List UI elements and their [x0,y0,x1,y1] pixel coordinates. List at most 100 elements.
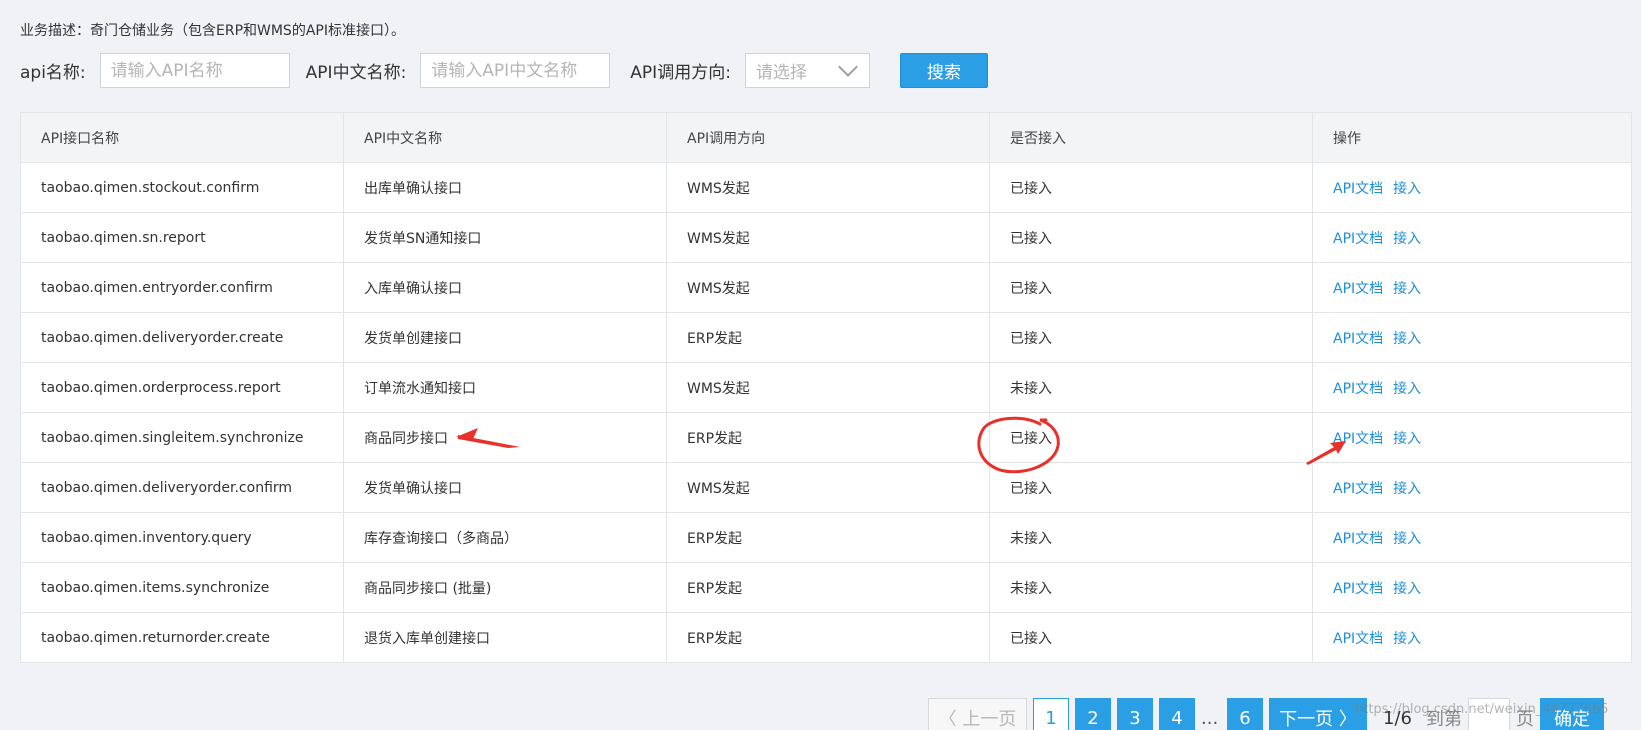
cell-status: 未接入 [989,362,1313,413]
pagination: 〈 上一页 1 2 3 4 ... 6 下一页 〉 1/6 到第 页 确定 [928,698,1604,730]
cell-direction: ERP发起 [666,612,990,663]
api-cn-name-label: API中文名称: [305,63,407,83]
cell-direction: WMS发起 [666,162,990,213]
cell-actions: API文档 接入 [1312,262,1632,313]
table-row: taobao.qimen.deliveryorder.create 发货单创建接… [20,312,1632,363]
table-row: taobao.qimen.entryorder.confirm 入库单确认接口 … [20,262,1632,313]
cell-status: 未接入 [989,562,1313,613]
connect-link[interactable]: 接入 [1393,331,1421,347]
connect-link[interactable]: 接入 [1393,431,1421,447]
connect-link[interactable]: 接入 [1393,381,1421,397]
page-1-button[interactable]: 1 [1033,698,1069,730]
cell-direction: ERP发起 [666,512,990,563]
direction-select-value: 请选择 [755,63,807,83]
table-row: taobao.qimen.returnorder.create 退货入库单创建接… [20,612,1632,663]
cell-actions: API文档 接入 [1312,612,1632,663]
cell-direction: ERP发起 [666,562,990,613]
connect-link[interactable]: 接入 [1393,231,1421,247]
api-doc-link[interactable]: API文档 [1333,231,1383,247]
header-connected: 是否接入 [989,112,1313,163]
api-name-label: api名称: [20,63,86,83]
cell-api-name: taobao.qimen.stockout.confirm [20,162,344,213]
cell-status: 已接入 [989,412,1313,463]
cell-api-cn-name: 商品同步接口 (批量) [343,562,667,613]
cell-status: 已接入 [989,312,1313,363]
cell-api-name: taobao.qimen.orderprocess.report [20,362,344,413]
page-3-button[interactable]: 3 [1117,698,1153,730]
cell-actions: API文档 接入 [1312,462,1632,513]
api-doc-link[interactable]: API文档 [1333,581,1383,597]
cell-actions: API文档 接入 [1312,412,1632,463]
table-row: taobao.qimen.orderprocess.report 订单流水通知接… [20,362,1632,413]
api-doc-link[interactable]: API文档 [1333,531,1383,547]
api-doc-link[interactable]: API文档 [1333,631,1383,647]
header-api-name: API接口名称 [20,112,344,163]
table-row: taobao.qimen.items.synchronize 商品同步接口 (批… [20,562,1632,613]
connect-link[interactable]: 接入 [1393,631,1421,647]
chevron-down-icon [838,57,858,77]
prev-page-button[interactable]: 〈 上一页 [928,698,1027,730]
api-name-input[interactable] [99,53,290,88]
cell-api-cn-name: 入库单确认接口 [343,262,667,313]
direction-label: API调用方向: [630,63,731,83]
connect-link[interactable]: 接入 [1393,581,1421,597]
table-header-row: API接口名称 API中文名称 API调用方向 是否接入 操作 [20,112,1632,163]
table-row: taobao.qimen.singleitem.synchronize 商品同步… [20,412,1632,463]
page-2-button[interactable]: 2 [1075,698,1111,730]
goto-confirm-button[interactable]: 确定 [1539,698,1604,730]
cell-direction: ERP发起 [666,312,990,363]
cell-status: 已接入 [989,612,1313,663]
cell-api-name: taobao.qimen.inventory.query [20,512,344,563]
table-row: taobao.qimen.sn.report 发货单SN通知接口 WMS发起 已… [20,212,1632,263]
header-direction: API调用方向 [666,112,990,163]
cell-actions: API文档 接入 [1312,312,1632,363]
cell-direction: WMS发起 [666,262,990,313]
goto-page-input[interactable] [1467,698,1510,730]
api-doc-link[interactable]: API文档 [1333,331,1383,347]
api-doc-link[interactable]: API文档 [1333,181,1383,197]
cell-api-cn-name: 发货单确认接口 [343,462,667,513]
cell-direction: WMS发起 [666,362,990,413]
business-description: 业务描述：奇门仓储业务（包含ERP和WMS的API标准接口）。 [20,23,405,39]
cell-api-name: taobao.qimen.deliveryorder.confirm [20,462,344,513]
search-button[interactable]: 搜索 [899,53,988,88]
page-info: 1/6 [1383,707,1412,729]
cell-actions: API文档 接入 [1312,512,1632,563]
api-cn-name-input[interactable] [420,53,611,88]
connect-link[interactable]: 接入 [1393,181,1421,197]
table-row: taobao.qimen.deliveryorder.confirm 发货单确认… [20,462,1632,513]
api-doc-link[interactable]: API文档 [1333,281,1383,297]
api-doc-link[interactable]: API文档 [1333,481,1383,497]
page: 业务描述：奇门仓储业务（包含ERP和WMS的API标准接口）。 api名称: A… [0,0,1641,730]
connect-link[interactable]: 接入 [1393,481,1421,497]
page-4-button[interactable]: 4 [1159,698,1195,730]
connect-link[interactable]: 接入 [1393,531,1421,547]
cell-api-name: taobao.qimen.sn.report [20,212,344,263]
cell-status: 已接入 [989,462,1313,513]
cell-api-name: taobao.qimen.returnorder.create [20,612,344,663]
cell-actions: API文档 接入 [1312,562,1632,613]
cell-api-cn-name: 发货单SN通知接口 [343,212,667,263]
next-page-button[interactable]: 下一页 〉 [1269,698,1367,730]
page-unit-label: 页 [1515,709,1534,730]
cell-actions: API文档 接入 [1312,362,1632,413]
cell-status: 未接入 [989,512,1313,563]
cell-api-cn-name: 商品同步接口 [343,412,667,463]
page-6-button[interactable]: 6 [1227,698,1263,730]
cell-actions: API文档 接入 [1312,212,1632,263]
direction-select[interactable]: 请选择 [744,53,870,88]
table-row: taobao.qimen.inventory.query 库存查询接口（多商品）… [20,512,1632,563]
cell-direction: ERP发起 [666,412,990,463]
api-doc-link[interactable]: API文档 [1333,431,1383,447]
cell-api-cn-name: 订单流水通知接口 [343,362,667,413]
api-doc-link[interactable]: API文档 [1333,381,1383,397]
connect-link[interactable]: 接入 [1393,281,1421,297]
header-api-cn-name: API中文名称 [343,112,667,163]
cell-api-cn-name: 退货入库单创建接口 [343,612,667,663]
cell-api-name: taobao.qimen.items.synchronize [20,562,344,613]
search-bar: api名称: API中文名称: API调用方向: 请选择 搜索 [20,53,988,88]
cell-api-name: taobao.qimen.entryorder.confirm [20,262,344,313]
goto-label: 到第 [1425,709,1462,730]
cell-status: 已接入 [989,262,1313,313]
cell-direction: WMS发起 [666,462,990,513]
